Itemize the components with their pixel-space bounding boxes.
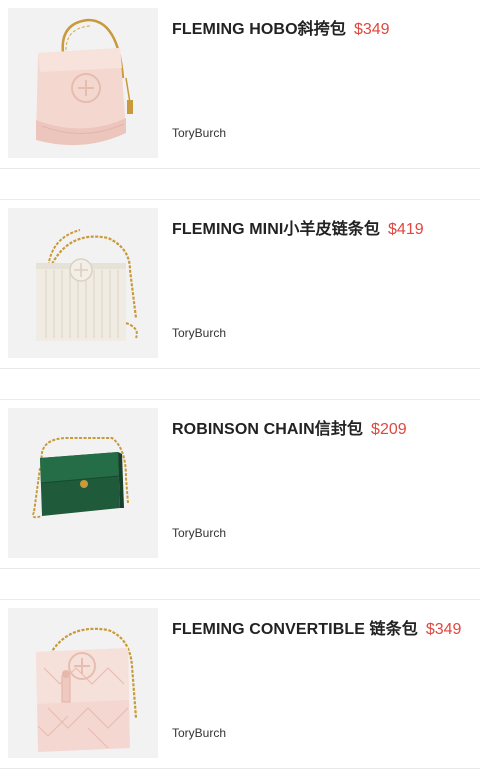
card-separator [0, 169, 480, 200]
product-price: $349 [353, 21, 390, 38]
product-name[interactable]: FLEMING MINI小羊皮链条包 [172, 221, 380, 238]
product-brand: ToryBurch [172, 126, 227, 140]
product-name[interactable]: FLEMING CONVERTIBLE 链条包 [172, 621, 418, 638]
product-title-row[interactable]: FLEMING HOBO斜挎包 $349 [172, 15, 474, 39]
product-price: $209 [371, 421, 407, 438]
product-image[interactable] [8, 8, 158, 158]
product-name[interactable]: ROBINSON CHAIN信封包 [172, 421, 363, 438]
card-separator [0, 369, 480, 400]
product-price: $419 [388, 221, 424, 238]
product-title-row[interactable]: FLEMING CONVERTIBLE 链条包 $349 [172, 615, 474, 639]
pink-quilted-convertible-bag-icon [8, 608, 158, 758]
product-card[interactable]: ROBINSON CHAIN信封包 $209 ToryBurch [0, 400, 480, 569]
product-brand: ToryBurch [172, 726, 227, 740]
product-card[interactable]: FLEMING HOBO斜挎包 $349 ToryBurch [0, 0, 480, 169]
product-image[interactable] [8, 208, 158, 358]
product-title-row[interactable]: ROBINSON CHAIN信封包 $209 [172, 415, 474, 439]
product-image[interactable] [8, 608, 158, 758]
pink-hobo-bag-icon [8, 8, 158, 158]
product-title-row[interactable]: FLEMING MINI小羊皮链条包 $419 [172, 215, 474, 239]
white-quilted-chain-bag-icon [8, 208, 158, 358]
product-list: FLEMING HOBO斜挎包 $349 ToryBurch FLEMING M… [0, 0, 480, 769]
product-brand: ToryBurch [172, 526, 227, 540]
product-image[interactable] [8, 408, 158, 558]
card-separator [0, 569, 480, 600]
green-envelope-chain-bag-icon [8, 408, 158, 558]
product-name[interactable]: FLEMING HOBO斜挎包 [172, 21, 346, 38]
product-card[interactable]: FLEMING CONVERTIBLE 链条包 $349 ToryBurch [0, 600, 480, 769]
product-brand: ToryBurch [172, 326, 227, 340]
product-card[interactable]: FLEMING MINI小羊皮链条包 $419 ToryBurch [0, 200, 480, 369]
product-price: $349 [425, 621, 462, 638]
